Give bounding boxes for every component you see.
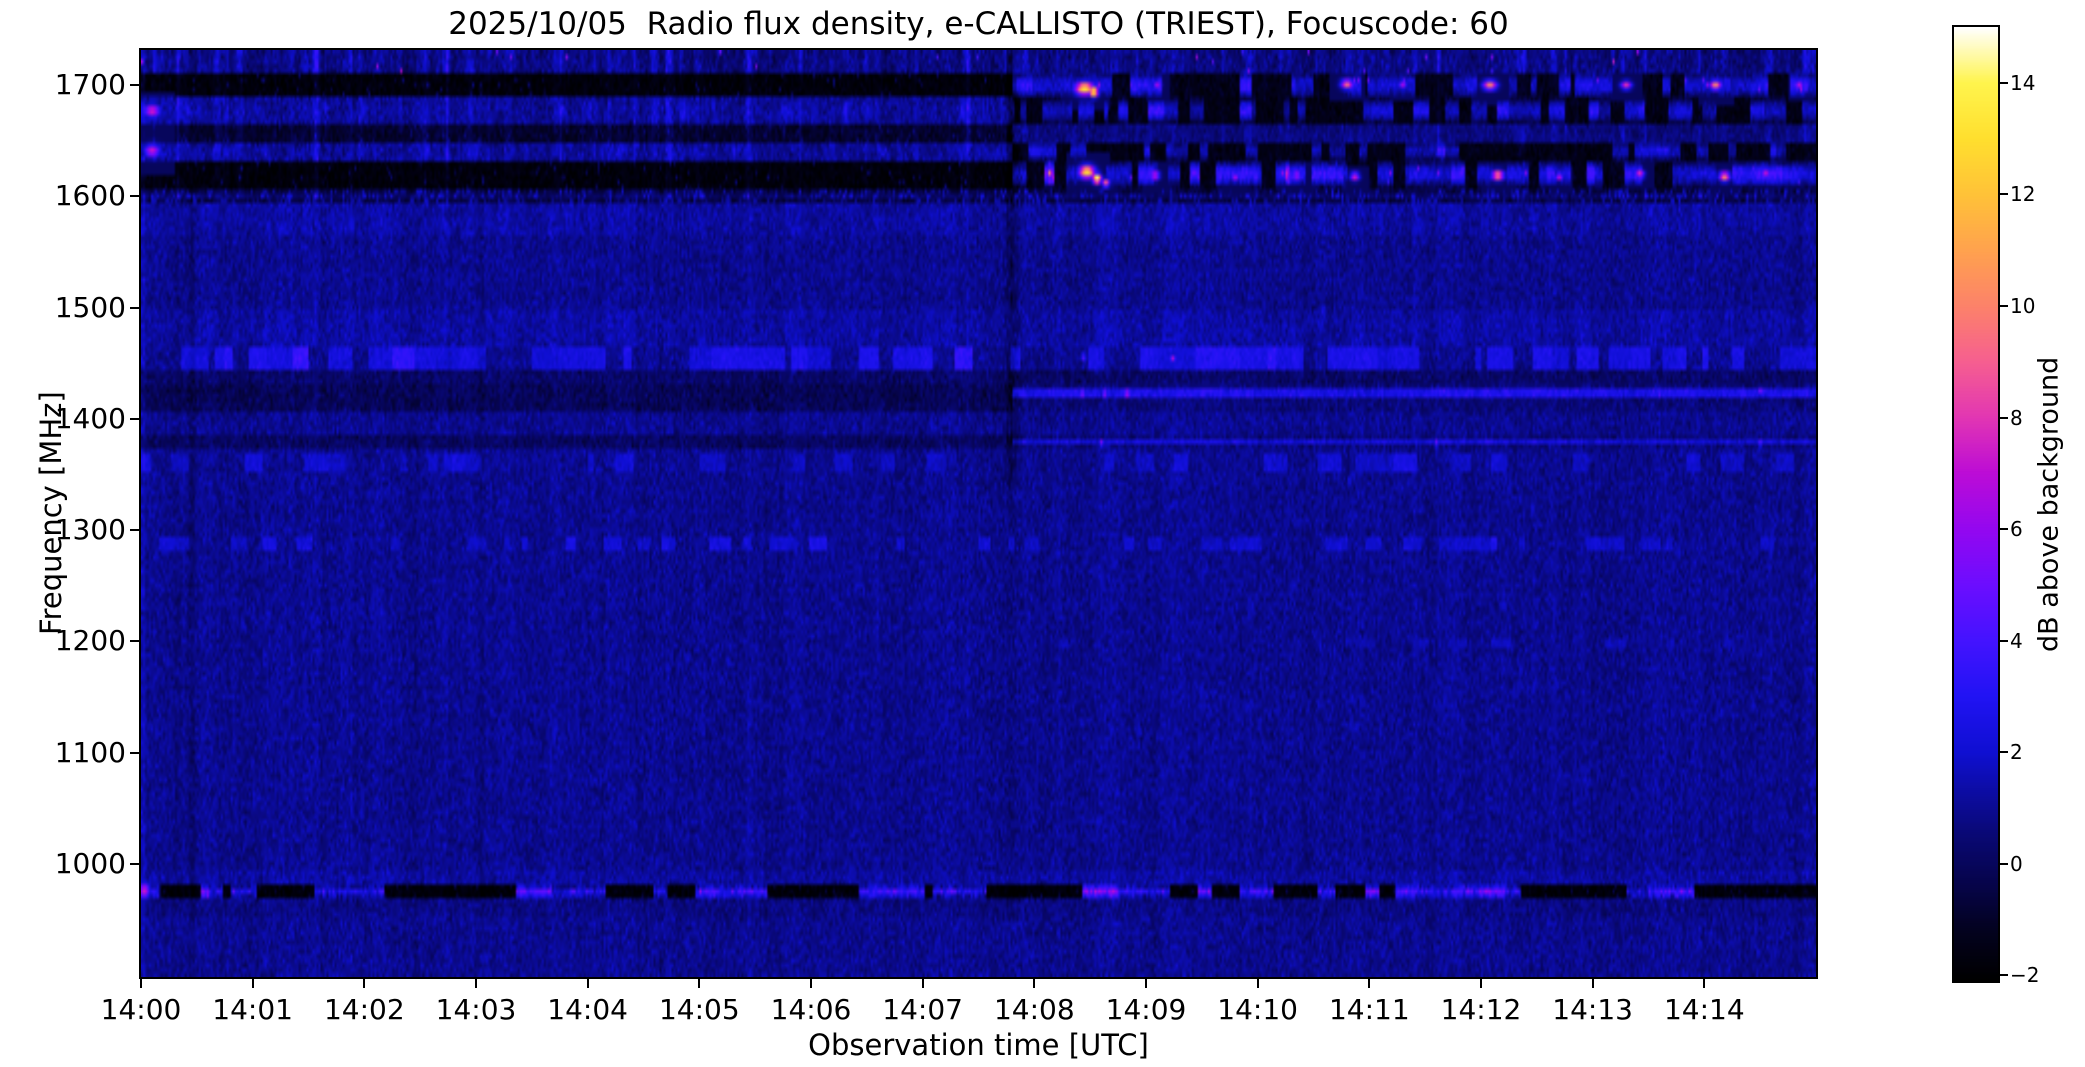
- colorbar-tick-label: 2: [2010, 740, 2023, 765]
- x-tick-mark: [140, 979, 142, 988]
- x-tick-label: 14:05: [658, 993, 740, 1026]
- y-tick-mark: [130, 529, 139, 532]
- y-tick-mark: [130, 862, 139, 865]
- x-tick-mark: [1703, 979, 1706, 988]
- x-tick-mark: [810, 979, 812, 988]
- colorbar-tick-label: 14: [2010, 70, 2036, 95]
- spectrogram-canvas: [141, 50, 1816, 977]
- colorbar-tick-label: −2: [2010, 963, 2040, 988]
- colorbar-tick-mark: [2000, 81, 2008, 84]
- y-tick-mark: [130, 640, 139, 643]
- y-tick-label: 1600: [54, 179, 126, 213]
- y-tick-label: 1200: [54, 624, 126, 658]
- y-tick-mark: [130, 306, 139, 309]
- colorbar-tick-mark: [2000, 416, 2008, 419]
- x-tick-label: 14:10: [1217, 993, 1299, 1026]
- y-tick-label: 1300: [54, 513, 126, 547]
- colorbar-tick-label: 4: [2010, 628, 2023, 653]
- x-tick-label: 14:12: [1440, 993, 1522, 1026]
- y-tick-label: 1000: [54, 846, 126, 880]
- x-tick-mark: [586, 979, 589, 988]
- y-tick-mark: [130, 751, 139, 754]
- y-tick-mark: [130, 195, 139, 198]
- y-tick-label: 1100: [54, 735, 126, 769]
- colorbar-tick-mark: [2000, 751, 2008, 754]
- x-tick-label: 14:02: [323, 993, 405, 1026]
- colorbar-tick-mark: [2000, 304, 2008, 307]
- x-axis-label: Observation time [UTC]: [808, 1028, 1149, 1062]
- colorbar-gradient: [1954, 27, 1998, 981]
- x-tick-mark: [1145, 979, 1147, 988]
- x-tick-mark: [363, 979, 366, 988]
- x-tick-label: 14:06: [770, 993, 852, 1026]
- x-tick-mark: [698, 979, 701, 988]
- x-tick-label: 14:01: [212, 993, 294, 1026]
- colorbar-tick-label: 12: [2010, 182, 2036, 207]
- x-tick-label: 14:03: [435, 993, 517, 1026]
- x-tick-mark: [1480, 979, 1482, 988]
- x-tick-label: 14:13: [1552, 993, 1634, 1026]
- x-tick-mark: [1256, 979, 1259, 988]
- x-tick-mark: [1591, 979, 1594, 988]
- colorbar-tick-mark: [2000, 862, 2008, 865]
- x-tick-mark: [475, 979, 477, 988]
- spectrogram-figure: 2025/10/05 Radio flux density, e-CALLIST…: [0, 0, 2085, 1067]
- colorbar-tick-mark: [2000, 528, 2008, 531]
- x-tick-label: 14:14: [1663, 993, 1745, 1026]
- x-tick-label: 14:09: [1105, 993, 1187, 1026]
- x-tick-label: 14:00: [100, 993, 182, 1026]
- colorbar-tick-label: 6: [2010, 517, 2023, 542]
- colorbar-tick-label: 10: [2010, 293, 2036, 318]
- y-tick-label: 1500: [54, 290, 126, 324]
- x-tick-mark: [1368, 979, 1371, 988]
- colorbar-tick-label: 0: [2010, 851, 2023, 876]
- colorbar-tick-label: 8: [2010, 405, 2023, 430]
- colorbar-tick-mark: [2000, 193, 2008, 196]
- x-tick-mark: [251, 979, 254, 988]
- x-tick-mark: [1033, 979, 1036, 988]
- x-tick-label: 14:08: [993, 993, 1075, 1026]
- y-tick-mark: [130, 84, 139, 87]
- colorbar-tick-mark: [2000, 639, 2008, 642]
- colorbar-label: dB above background: [2033, 356, 2065, 652]
- x-tick-label: 14:04: [547, 993, 629, 1026]
- y-tick-mark: [130, 417, 139, 420]
- y-tick-label: 1400: [54, 401, 126, 435]
- x-tick-label: 14:11: [1328, 993, 1410, 1026]
- chart-title: 2025/10/05 Radio flux density, e-CALLIST…: [448, 6, 1509, 42]
- colorbar-tick-mark: [2000, 974, 2008, 977]
- x-tick-label: 14:07: [882, 993, 964, 1026]
- x-tick-mark: [921, 979, 924, 988]
- y-tick-label: 1700: [54, 68, 126, 102]
